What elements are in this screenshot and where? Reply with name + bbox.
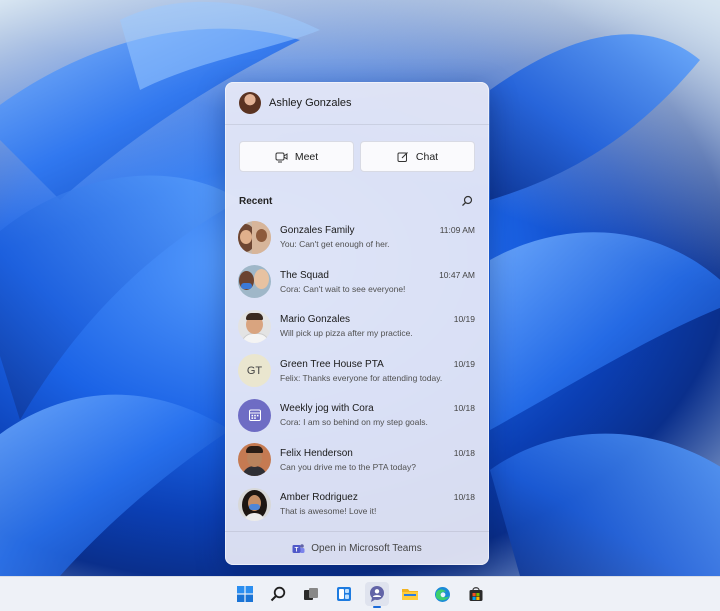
chat-name: Green Tree House PTA [280, 358, 384, 370]
meet-button-label: Meet [294, 150, 319, 163]
chat-item-mario-gonzales[interactable]: Mario Gonzales 10/19 Will pick up pizza … [225, 304, 489, 349]
chat-name: Weekly jog with Cora [280, 403, 374, 415]
contact-avatar [238, 443, 271, 477]
teams-chat-icon[interactable] [364, 582, 389, 608]
store-icon[interactable] [464, 582, 488, 606]
contact-avatar [238, 487, 271, 521]
teams-icon: T [292, 543, 305, 553]
chat-time: 10/19 [453, 358, 475, 369]
widgets-icon[interactable] [332, 582, 356, 606]
chat-button-label: Chat [415, 150, 439, 163]
task-view-icon[interactable] [299, 582, 323, 606]
group-avatar [238, 265, 271, 299]
chat-name: Gonzales Family [280, 225, 355, 237]
calendar-icon [248, 409, 261, 422]
chat-item-weekly-jog[interactable]: Weekly jog with Cora 10/18 Cora: I am so… [225, 393, 489, 438]
chat-time: 10/18 [453, 492, 475, 503]
chat-name: Felix Henderson [280, 447, 353, 459]
chat-preview: Cora: I am so behind on my step goals. [280, 417, 428, 428]
chat-preview: Can you drive me to the PTA today? [280, 461, 416, 472]
open-in-teams-label: Open in Microsoft Teams [311, 543, 422, 554]
chat-button[interactable]: Chat [360, 141, 475, 172]
video-camera-icon [275, 152, 288, 162]
chat-time: 10/19 [453, 314, 475, 325]
chat-time: 11:09 AM [439, 225, 475, 236]
meet-button[interactable]: Meet [239, 141, 354, 172]
chat-preview: Felix: Thanks everyone for attending tod… [280, 372, 443, 383]
windows-start-icon[interactable] [233, 582, 257, 606]
group-avatar [238, 220, 271, 254]
chat-preview: Cora: Can't wait to see everyone! [280, 283, 406, 294]
chat-time: 10/18 [453, 403, 475, 414]
chat-time: 10:47 AM [439, 269, 475, 280]
chat-name: Amber Rodriguez [280, 492, 358, 504]
svg-text:T: T [295, 547, 299, 553]
recent-header: Recent [225, 172, 489, 207]
chat-item-green-tree-house-pta[interactable]: GT Green Tree House PTA 10/19 Felix: Tha… [225, 349, 489, 394]
chat-preview: That is awesome! Love it! [280, 506, 377, 517]
recent-label: Recent [239, 195, 273, 207]
chat-preview: Will pick up pizza after my practice. [280, 328, 413, 339]
chat-item-gonzales-family[interactable]: Gonzales Family 11:09 AM You: Can't get … [225, 215, 489, 260]
contact-avatar [238, 309, 271, 343]
chat-item-felix-henderson[interactable]: Felix Henderson 10/18 Can you drive me t… [225, 438, 489, 483]
search-icon[interactable] [461, 195, 473, 207]
search-icon[interactable] [266, 582, 290, 606]
user-name: Ashley Gonzales [269, 97, 352, 109]
chat-item-amber-rodriguez[interactable]: Amber Rodriguez 10/18 That is awesome! L… [225, 482, 489, 527]
file-explorer-icon[interactable] [398, 582, 422, 606]
compose-icon [397, 151, 408, 162]
initials-avatar: GT [238, 354, 271, 388]
chat-preview: You: Can't get enough of her. [280, 239, 390, 250]
meeting-avatar [238, 398, 271, 432]
chat-time: 10/18 [453, 447, 475, 458]
chat-item-the-squad[interactable]: The Squad 10:47 AM Cora: Can't wait to s… [225, 260, 489, 305]
edge-icon[interactable] [431, 582, 455, 606]
chat-name: The Squad [280, 269, 329, 281]
taskbar [0, 576, 720, 611]
teams-chat-flyout: Ashley Gonzales Meet Chat Recent Gonzale… [225, 82, 489, 565]
recent-chat-list: Gonzales Family 11:09 AM You: Can't get … [225, 215, 489, 527]
chat-name: Mario Gonzales [280, 314, 351, 326]
flyout-header: Ashley Gonzales [225, 82, 489, 125]
action-buttons: Meet Chat [225, 125, 489, 172]
user-avatar[interactable] [239, 92, 261, 114]
open-in-teams-link[interactable]: T Open in Microsoft Teams [225, 531, 489, 565]
